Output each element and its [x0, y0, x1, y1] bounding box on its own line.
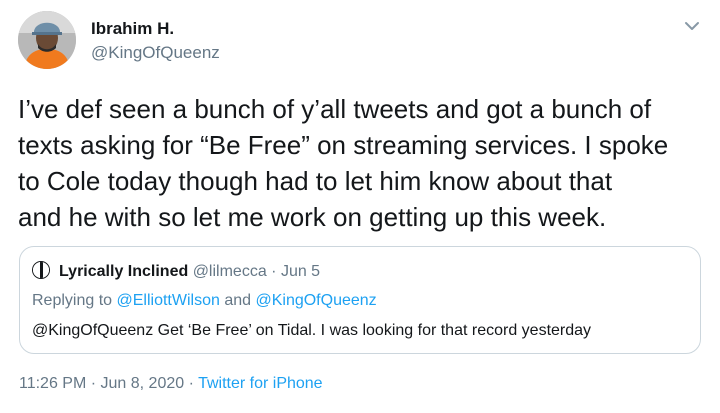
- tweet-text-line: texts asking for “Be Free” on streaming …: [18, 130, 669, 160]
- quoted-date: Jun 5: [280, 263, 321, 280]
- meta-separator: ·: [86, 375, 101, 392]
- quoted-tweet[interactable]: Lyrically Inclined @lilmecca · Jun 5 Rep…: [19, 246, 701, 354]
- chevron-down-icon[interactable]: [680, 16, 704, 36]
- replying-prefix: Replying to: [32, 292, 117, 309]
- profile-photo-icon: [18, 11, 76, 69]
- tweet-text: I’ve def seen a bunch of y’all tweets an…: [18, 91, 708, 235]
- meta-separator: ·: [184, 375, 199, 392]
- tweet-text-line: I’ve def seen a bunch of y’all tweets an…: [18, 94, 652, 124]
- tweet-text-line: and he with so let me work on getting up…: [18, 202, 607, 232]
- tweet-meta: 11:26 PM · Jun 8, 2020 · Twitter for iPh…: [19, 374, 323, 394]
- tweet-text-line: to Cole today though had to let him know…: [18, 166, 613, 196]
- quoted-separator: ·: [266, 263, 281, 280]
- author-display-name[interactable]: Ibrahim H.: [91, 19, 174, 39]
- quoted-display-name: Lyrically Inclined: [59, 263, 189, 280]
- quoted-text: @KingOfQueenz Get ‘Be Free’ on Tidal. I …: [32, 322, 592, 339]
- replying-and: and: [219, 292, 256, 309]
- quoted-handle: @lilmecca: [192, 263, 267, 280]
- tweet-card: Ibrahim H. @KingOfQueenz I’ve def seen a…: [0, 0, 720, 413]
- author-avatar[interactable]: [18, 11, 76, 69]
- tweet-time[interactable]: 11:26 PM: [19, 375, 86, 392]
- replying-to: Replying to @ElliottWilson and @KingOfQu…: [32, 291, 377, 311]
- tweet-date[interactable]: Jun 8, 2020: [101, 375, 185, 392]
- tweet-source-link[interactable]: Twitter for iPhone: [198, 375, 323, 392]
- author-handle[interactable]: @KingOfQueenz: [91, 43, 220, 63]
- replying-user-link[interactable]: @ElliottWilson: [117, 292, 220, 309]
- replying-user-link[interactable]: @KingOfQueenz: [255, 292, 376, 309]
- quoted-avatar-icon: [32, 261, 50, 279]
- quoted-header: Lyrically Inclined @lilmecca · Jun 5: [59, 262, 320, 282]
